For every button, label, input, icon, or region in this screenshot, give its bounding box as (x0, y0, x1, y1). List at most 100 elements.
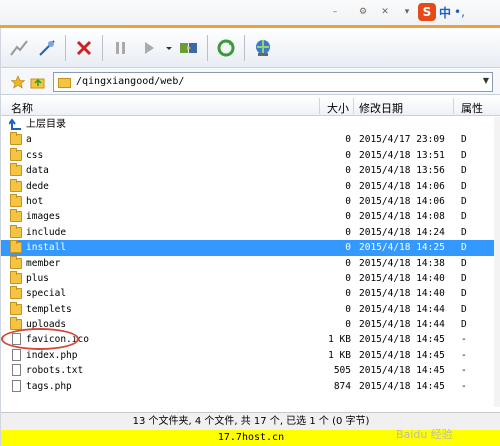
row-name: tags.php (26, 380, 72, 392)
chevron-down-icon[interactable] (165, 35, 173, 61)
folder-row[interactable]: plus 0 2015/4/18 14:40 D (1, 270, 500, 286)
sogou-logo-icon: S (418, 3, 436, 21)
row-name: css (26, 149, 44, 161)
chevron-down-icon[interactable]: ▾ (400, 5, 414, 19)
file-icon (12, 364, 21, 377)
row-date: 2015/4/18 14:06 (359, 180, 445, 192)
row-date: 2015/4/18 14:45 (359, 334, 445, 346)
col-size-header[interactable]: 大小 (327, 100, 349, 116)
row-size: 0 (345, 303, 351, 315)
column-divider[interactable] (319, 98, 320, 114)
folder-icon (10, 147, 22, 161)
folder-icon (10, 178, 22, 192)
file-icon (12, 348, 21, 361)
folder-icon (10, 240, 22, 254)
pause-icon[interactable] (109, 35, 133, 61)
row-name: index.php (26, 349, 78, 361)
folder-icon (10, 132, 22, 146)
col-type-header[interactable]: 属性 (461, 100, 483, 116)
column-divider[interactable] (353, 98, 354, 114)
site-manager-icon[interactable] (251, 35, 275, 61)
folder-icon (10, 209, 22, 223)
col-name-header[interactable]: 名称 (11, 100, 33, 116)
row-type: D (461, 149, 467, 161)
refresh-icon[interactable] (214, 35, 238, 61)
ime-mode-label[interactable]: 中 (439, 4, 451, 21)
row-size: 505 (333, 365, 351, 377)
row-name: a (26, 134, 32, 146)
folder-row[interactable]: templets 0 2015/4/18 14:44 D (1, 301, 500, 317)
watermark-text: Baidu 经验 (396, 428, 453, 441)
folder-icon (10, 270, 22, 284)
toolbar-divider (207, 34, 208, 61)
file-icon (12, 379, 21, 392)
row-date: 2015/4/18 14:40 (359, 272, 445, 284)
row-name: include (26, 226, 67, 238)
column-divider[interactable] (453, 98, 454, 114)
row-name: plus (26, 272, 49, 284)
quick-connect-icon[interactable] (35, 35, 59, 61)
transfer-queue-icon[interactable] (177, 35, 201, 61)
row-size: 0 (345, 242, 351, 254)
parent-folder-icon[interactable] (29, 73, 47, 91)
path-input[interactable]: /qingxiangood/web/ ▼ (53, 72, 493, 92)
row-name: robots.txt (26, 365, 84, 377)
row-size: 0 (345, 134, 351, 146)
row-size: 0 (345, 272, 351, 284)
row-type: D (461, 288, 467, 300)
folder-row[interactable]: uploads 0 2015/4/18 14:44 D (1, 317, 500, 332)
connect-icon[interactable] (7, 35, 31, 61)
folder-icon (10, 286, 22, 300)
file-list: 上层目录 a 0 2015/4/17 23:09 Dcss 0 2015/4/18 13:… (1, 117, 500, 394)
row-size: 0 (345, 149, 351, 161)
folder-icon (10, 193, 22, 207)
folder-row[interactable]: special 0 2015/4/18 14:40 D (1, 286, 500, 301)
folder-row[interactable]: hot 0 2015/4/18 14:06 D (1, 193, 500, 209)
scrollbar[interactable] (494, 117, 500, 407)
star-icon[interactable] (9, 73, 27, 91)
folder-icon (10, 255, 22, 269)
folder-row[interactable]: include 0 2015/4/18 14:24 D (1, 224, 500, 240)
file-row[interactable]: robots.txt 505 2015/4/18 14:45 - (1, 363, 500, 378)
row-type: D (461, 134, 467, 146)
row-type: D (461, 211, 467, 223)
row-name: special (26, 288, 67, 300)
folder-row[interactable]: data 0 2015/4/18 13:56 D (1, 163, 500, 178)
row-size: 874 (333, 380, 351, 392)
row-type: D (461, 319, 467, 331)
row-type: D (461, 226, 467, 238)
col-date-header[interactable]: 修改日期 (359, 100, 403, 116)
close-icon[interactable]: ✕ (378, 5, 392, 19)
row-size: 0 (345, 257, 351, 269)
gear-icon[interactable]: ⚙ (356, 5, 370, 19)
chevron-down-icon[interactable]: ▼ (483, 76, 489, 85)
folder-row[interactable]: images 0 2015/4/18 14:08 D (1, 209, 500, 224)
file-row[interactable]: index.php 1 KB 2015/4/18 14:45 - (1, 348, 500, 363)
row-date: 2015/4/18 14:24 (359, 226, 445, 238)
row-size: 0 (345, 165, 351, 177)
address-bar: /qingxiangood/web/ ▼ (1, 69, 500, 95)
ime-punct-label[interactable]: •, (454, 5, 465, 19)
row-date: 2015/4/18 14:45 (359, 380, 445, 392)
row-type: D (461, 195, 467, 207)
folder-icon (58, 78, 71, 88)
row-size: 0 (345, 195, 351, 207)
row-date: 2015/4/18 14:38 (359, 257, 445, 269)
folder-icon (10, 224, 22, 238)
folder-row[interactable]: member 0 2015/4/18 14:38 D (1, 255, 500, 271)
folder-row[interactable]: a 0 2015/4/17 23:09 D (1, 132, 500, 147)
row-name: data (26, 165, 49, 177)
folder-row[interactable]: dede 0 2015/4/18 14:06 D (1, 178, 500, 194)
row-name: images (26, 211, 61, 223)
row-size: 0 (345, 211, 351, 223)
disconnect-icon[interactable] (72, 35, 96, 61)
ime-toolbar[interactable]: S 中 •, (418, 3, 500, 21)
row-type: - (461, 349, 467, 361)
folder-row[interactable]: css 0 2015/4/18 13:51 D (1, 147, 500, 163)
file-row[interactable]: tags.php 874 2015/4/18 14:45 - (1, 379, 500, 394)
folder-row[interactable]: install 0 2015/4/18 14:25 D (1, 240, 500, 256)
path-value: /qingxiangood/web/ (76, 76, 185, 87)
play-icon[interactable] (137, 35, 161, 61)
parent-directory-row[interactable]: 上层目录 (1, 117, 500, 132)
minimize-icon[interactable]: – (328, 5, 342, 19)
